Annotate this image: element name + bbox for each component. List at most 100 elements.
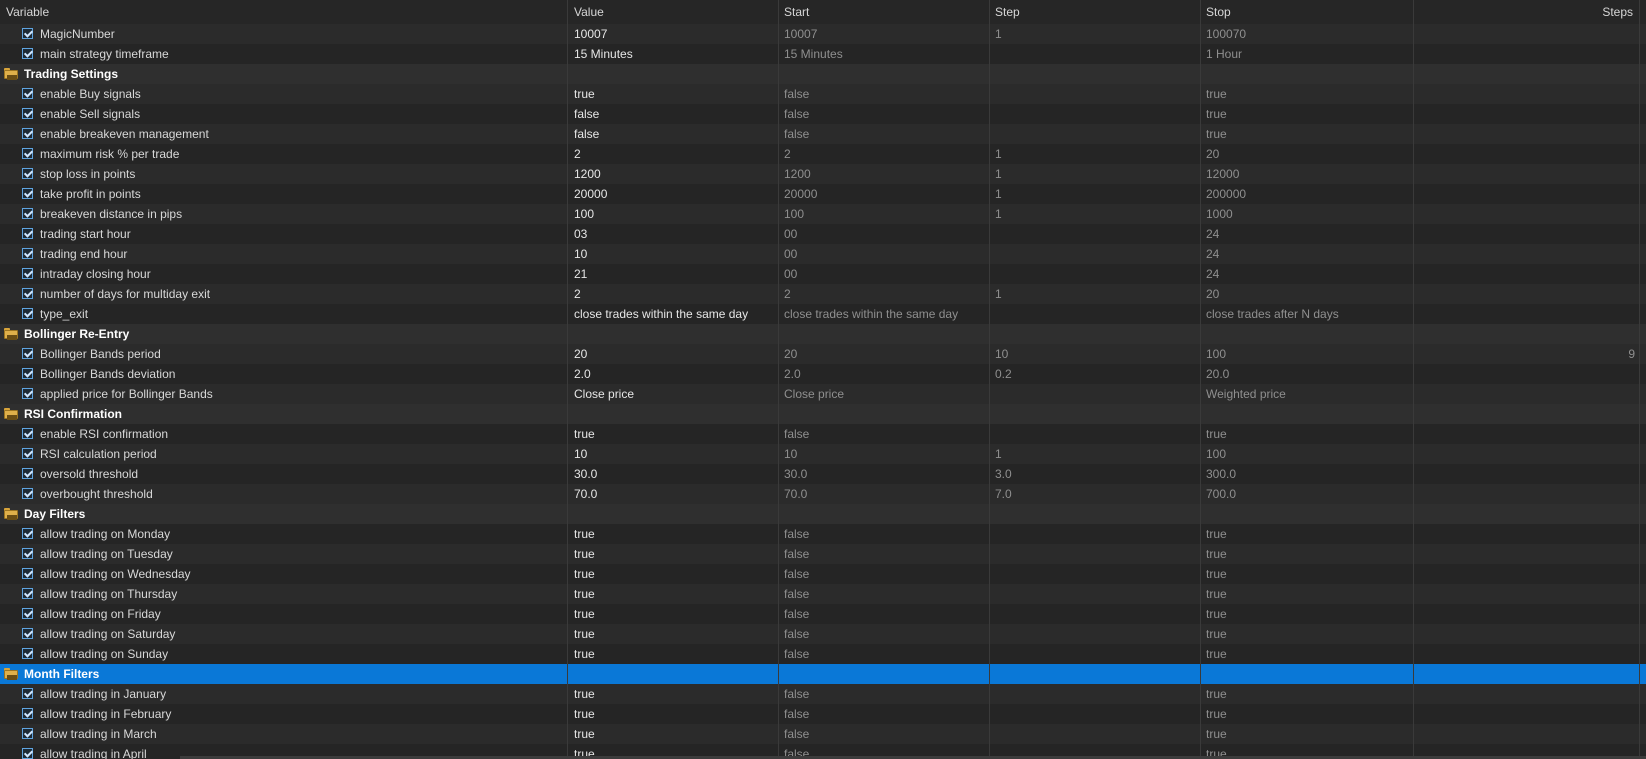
param-steps[interactable]: [1413, 544, 1639, 564]
checkbox-checked-icon[interactable]: [22, 568, 33, 579]
param-row[interactable]: allow trading in January true false true: [0, 684, 1646, 704]
param-start[interactable]: 10: [784, 444, 984, 464]
param-steps[interactable]: [1413, 684, 1639, 704]
param-value[interactable]: 10: [574, 244, 774, 264]
param-steps[interactable]: 9: [1413, 344, 1639, 364]
param-step[interactable]: 3.0: [995, 464, 1195, 484]
param-start[interactable]: false: [784, 644, 984, 664]
param-start[interactable]: 70.0: [784, 484, 984, 504]
param-row[interactable]: allow trading in February true false true: [0, 704, 1646, 724]
param-step[interactable]: [995, 544, 1195, 564]
param-start[interactable]: false: [784, 104, 984, 124]
group-row[interactable]: Bollinger Re-Entry: [0, 324, 1646, 344]
param-value[interactable]: true: [574, 84, 774, 104]
param-value[interactable]: 70.0: [574, 484, 774, 504]
param-row[interactable]: allow trading on Saturday true false true: [0, 624, 1646, 644]
param-steps[interactable]: [1413, 44, 1639, 64]
checkbox-checked-icon[interactable]: [22, 528, 33, 539]
param-stop[interactable]: 700.0: [1206, 484, 1406, 504]
checkbox-checked-icon[interactable]: [22, 748, 33, 759]
checkbox-checked-icon[interactable]: [22, 488, 33, 499]
checkbox-checked-icon[interactable]: [22, 188, 33, 199]
param-stop[interactable]: 20: [1206, 144, 1406, 164]
param-steps[interactable]: [1413, 144, 1639, 164]
param-stop[interactable]: true: [1206, 704, 1406, 724]
param-row[interactable]: MagicNumber 10007 10007 1 100070: [0, 24, 1646, 44]
checkbox-checked-icon[interactable]: [22, 228, 33, 239]
param-value[interactable]: 20000: [574, 184, 774, 204]
param-steps[interactable]: [1413, 204, 1639, 224]
checkbox-checked-icon[interactable]: [22, 468, 33, 479]
param-step[interactable]: [995, 604, 1195, 624]
param-start[interactable]: Close price: [784, 384, 984, 404]
checkbox-checked-icon[interactable]: [22, 388, 33, 399]
param-value[interactable]: 100: [574, 204, 774, 224]
checkbox-checked-icon[interactable]: [22, 28, 33, 39]
param-value[interactable]: true: [574, 584, 774, 604]
param-step[interactable]: [995, 624, 1195, 644]
checkbox-checked-icon[interactable]: [22, 588, 33, 599]
param-start[interactable]: 100: [784, 204, 984, 224]
param-stop[interactable]: 200000: [1206, 184, 1406, 204]
param-step[interactable]: 1: [995, 204, 1195, 224]
param-step[interactable]: [995, 264, 1195, 284]
checkbox-checked-icon[interactable]: [22, 628, 33, 639]
param-value[interactable]: true: [574, 724, 774, 744]
param-start[interactable]: close trades within the same day: [784, 304, 984, 324]
param-steps[interactable]: [1413, 644, 1639, 664]
param-step[interactable]: [995, 584, 1195, 604]
param-start[interactable]: 10007: [784, 24, 984, 44]
param-value[interactable]: false: [574, 104, 774, 124]
col-steps-header[interactable]: Steps: [1413, 0, 1639, 24]
param-stop[interactable]: true: [1206, 84, 1406, 104]
param-step[interactable]: [995, 524, 1195, 544]
checkbox-checked-icon[interactable]: [22, 168, 33, 179]
param-start[interactable]: false: [784, 704, 984, 724]
param-steps[interactable]: [1413, 624, 1639, 644]
param-value[interactable]: Close price: [574, 384, 774, 404]
checkbox-checked-icon[interactable]: [22, 648, 33, 659]
param-start[interactable]: false: [784, 604, 984, 624]
param-steps[interactable]: [1413, 124, 1639, 144]
param-row[interactable]: number of days for multiday exit 2 2 1 20: [0, 284, 1646, 304]
col-step-header[interactable]: Step: [989, 0, 1200, 24]
param-value[interactable]: true: [574, 624, 774, 644]
param-steps[interactable]: [1413, 604, 1639, 624]
param-value[interactable]: 30.0: [574, 464, 774, 484]
param-row[interactable]: Bollinger Bands period 20 20 10 100 9: [0, 344, 1646, 364]
param-steps[interactable]: [1413, 524, 1639, 544]
checkbox-checked-icon[interactable]: [22, 688, 33, 699]
param-step[interactable]: [995, 384, 1195, 404]
param-start[interactable]: false: [784, 544, 984, 564]
param-row[interactable]: enable breakeven management false false tru…: [0, 124, 1646, 144]
param-steps[interactable]: [1413, 24, 1639, 44]
param-start[interactable]: 1200: [784, 164, 984, 184]
checkbox-checked-icon[interactable]: [22, 288, 33, 299]
checkbox-checked-icon[interactable]: [22, 708, 33, 719]
param-stop[interactable]: true: [1206, 424, 1406, 444]
param-value[interactable]: true: [574, 564, 774, 584]
param-stop[interactable]: 12000: [1206, 164, 1406, 184]
param-step[interactable]: [995, 104, 1195, 124]
param-row[interactable]: main strategy timeframe 15 Minutes 15 Minu…: [0, 44, 1646, 64]
param-steps[interactable]: [1413, 364, 1639, 384]
param-value[interactable]: 10: [574, 444, 774, 464]
param-value[interactable]: true: [574, 544, 774, 564]
param-row[interactable]: maximum risk % per trade 2 2 1 20: [0, 144, 1646, 164]
param-stop[interactable]: true: [1206, 584, 1406, 604]
param-steps[interactable]: [1413, 284, 1639, 304]
param-start[interactable]: 2: [784, 284, 984, 304]
checkbox-checked-icon[interactable]: [22, 148, 33, 159]
param-row[interactable]: allow trading on Monday true false true: [0, 524, 1646, 544]
param-row[interactable]: type_exit close trades within the same da…: [0, 304, 1646, 324]
param-step[interactable]: [995, 684, 1195, 704]
param-start[interactable]: 00: [784, 224, 984, 244]
param-value[interactable]: 15 Minutes: [574, 44, 774, 64]
param-steps[interactable]: [1413, 444, 1639, 464]
param-row[interactable]: breakeven distance in pips 100 100 1 1000: [0, 204, 1646, 224]
param-stop[interactable]: true: [1206, 124, 1406, 144]
param-start[interactable]: 2: [784, 144, 984, 164]
param-steps[interactable]: [1413, 424, 1639, 444]
param-stop[interactable]: true: [1206, 564, 1406, 584]
param-value[interactable]: close trades within the same day: [574, 304, 774, 324]
